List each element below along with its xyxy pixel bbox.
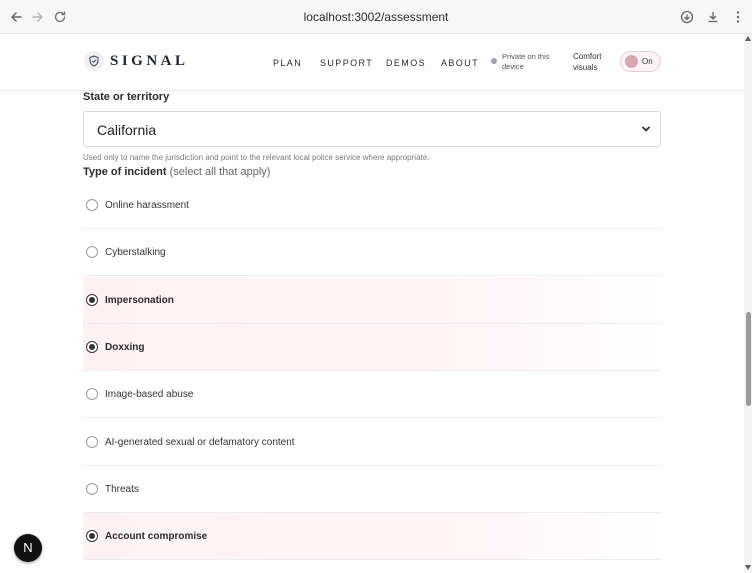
comfort-visuals-toggle[interactable]: On — [620, 51, 661, 72]
scroll-down-arrow-icon[interactable] — [745, 565, 751, 570]
incident-radio[interactable] — [86, 388, 98, 401]
shield-icon — [84, 51, 104, 71]
incident-hint: (select all that apply) — [169, 166, 271, 178]
incident-field-label: Type of incident (select all that apply) — [83, 166, 270, 178]
incident-option-label: AI-generated sexual or defamatory conten… — [105, 436, 295, 448]
incident-label-text: Type of incident — [83, 166, 167, 178]
more-menu-icon[interactable] — [730, 9, 746, 25]
page-scrollbar[interactable] — [744, 34, 752, 573]
incident-radio[interactable] — [86, 530, 98, 543]
incident-option-label: Cyberstalking — [105, 247, 166, 259]
download-icon[interactable] — [705, 9, 721, 25]
toggle-knob — [625, 55, 638, 68]
incident-radio[interactable] — [86, 482, 98, 495]
site-header: SIGNAL PLAN SUPPORT DEMOS ABOUT Private … — [0, 34, 744, 91]
incident-radio[interactable] — [86, 246, 98, 259]
incident-option[interactable]: AI-generated sexual or defamatory conten… — [83, 419, 661, 466]
nav-demos[interactable]: DEMOS — [386, 58, 426, 68]
scroll-up-arrow-icon[interactable] — [745, 36, 751, 41]
incident-option[interactable]: Cyberstalking — [83, 229, 661, 277]
incident-radio[interactable] — [86, 340, 98, 353]
incident-option-label: Doxxing — [105, 341, 145, 353]
privacy-text: Private on this device — [502, 52, 550, 71]
browser-toolbar: localhost:3002/assessment — [0, 0, 752, 34]
nav-plan[interactable]: PLAN — [273, 58, 302, 68]
nav-support[interactable]: SUPPORT — [320, 58, 373, 68]
status-dot-icon — [491, 58, 497, 64]
privacy-indicator: Private on this device — [491, 52, 558, 72]
state-select[interactable]: California — [83, 111, 661, 147]
scrollbar-thumb[interactable] — [746, 312, 751, 406]
incident-option[interactable]: Impersonation — [83, 276, 661, 324]
incident-option-label: Account compromise — [105, 531, 208, 543]
logo-wordmark: SIGNAL — [110, 52, 189, 69]
nav-about[interactable]: ABOUT — [441, 58, 479, 68]
incident-option[interactable]: Image-based abuse — [83, 371, 661, 419]
address-bar[interactable]: localhost:3002/assessment — [0, 10, 752, 24]
comfort-visuals-label: Comfort visuals — [573, 52, 602, 72]
incident-option[interactable]: Online harassment — [83, 182, 661, 229]
chevron-down-icon — [641, 126, 651, 132]
incident-radio[interactable] — [86, 435, 98, 448]
incident-option-label: Threats — [105, 483, 139, 495]
incident-option[interactable]: Doxxing — [83, 323, 661, 371]
incident-option[interactable]: Account compromise — [83, 513, 661, 561]
site-logo[interactable]: SIGNAL — [84, 51, 189, 71]
state-field-label: State or territory — [83, 91, 170, 103]
incident-radio[interactable] — [86, 293, 98, 306]
toggle-state-label: On — [642, 57, 653, 66]
incident-option-label: Impersonation — [105, 294, 174, 306]
floating-n-button[interactable]: N — [14, 534, 42, 562]
install-app-icon[interactable] — [679, 9, 695, 25]
incident-option-label: Image-based abuse — [105, 389, 194, 401]
incident-radio[interactable] — [86, 199, 98, 211]
incident-option-label: Online harassment — [105, 200, 189, 211]
state-select-value: California — [97, 122, 157, 138]
state-help-text: Used only to name the jurisdiction and p… — [83, 153, 430, 162]
incident-option[interactable]: Threats — [83, 466, 661, 513]
